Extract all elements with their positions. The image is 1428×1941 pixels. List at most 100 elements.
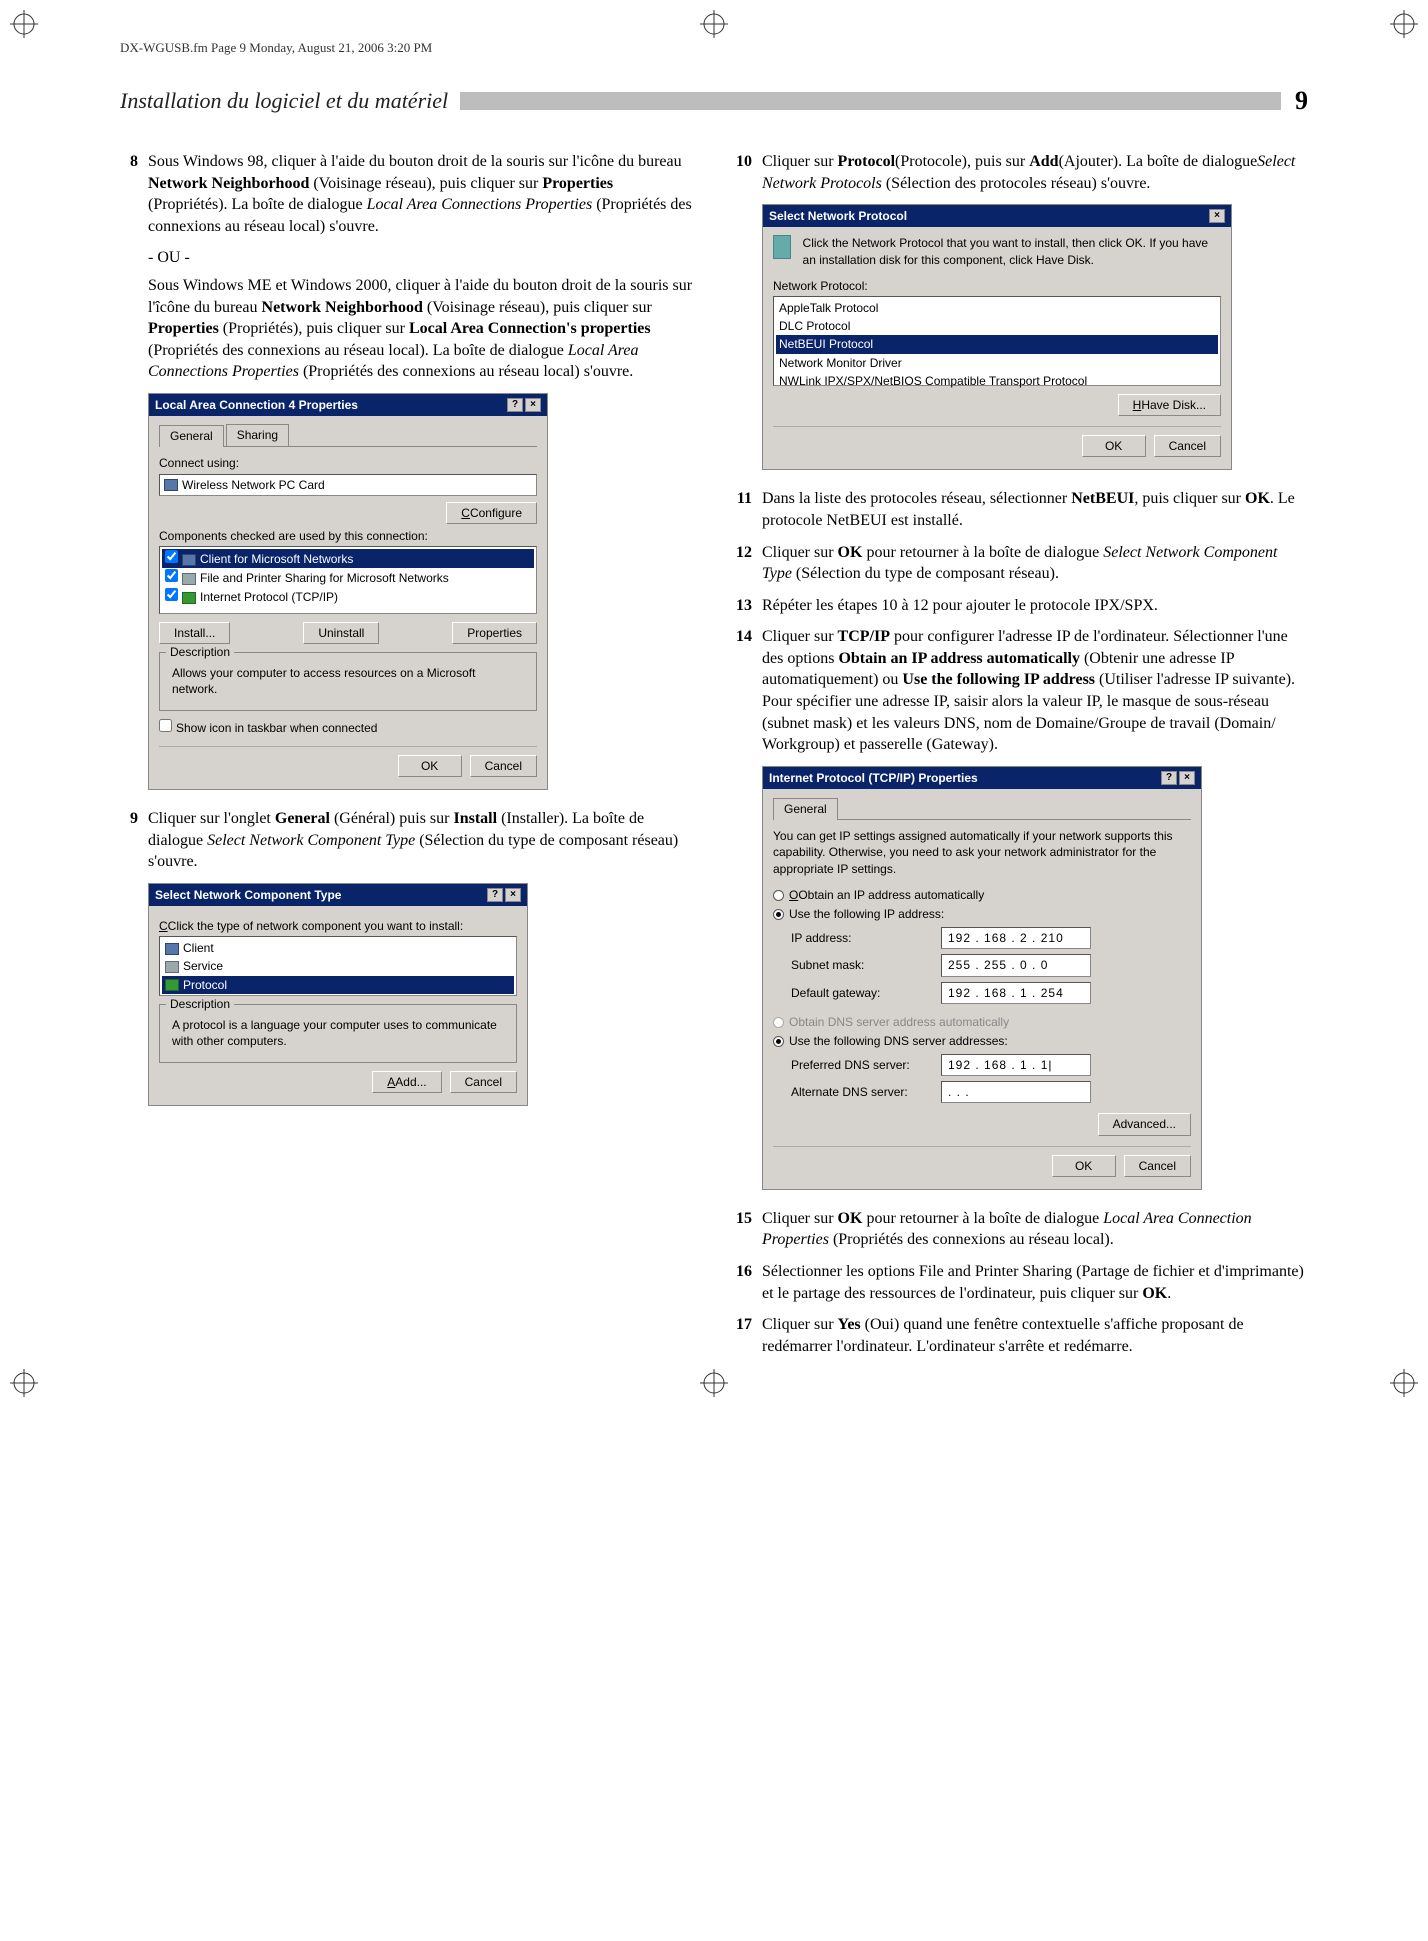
radio-label: OObtain an IP address automatically [789, 888, 984, 902]
label-connect-using: Connect using: [159, 455, 537, 471]
step-9: 9 Cliquer sur l'onglet General (Général)… [120, 808, 694, 873]
step-number: 8 [120, 151, 148, 237]
tab-row: General Sharing [159, 424, 537, 447]
ip-address-field[interactable]: 192 . 168 . 2 . 210 [941, 927, 1091, 949]
uninstall-button[interactable]: Uninstall [303, 622, 379, 644]
step-8-alt: Sous Windows ME et Windows 2000, cliquer… [120, 275, 694, 383]
crop-mark-icon [1390, 10, 1418, 38]
instruction-text: CClick the type of network component you… [159, 918, 517, 934]
show-icon-label: Show icon in taskbar when connected [176, 721, 377, 735]
adapter-field: Wireless Network PC Card [159, 474, 537, 496]
header-rule-bar [460, 92, 1281, 110]
step-text: Sous Windows 98, cliquer à l'aide du bou… [148, 151, 694, 237]
subnet-mask-field[interactable]: 255 . 255 . 0 . 0 [941, 954, 1091, 976]
install-button[interactable]: Install... [159, 622, 230, 644]
ok-button[interactable]: OK [1052, 1155, 1116, 1177]
step-text: Cliquer sur TCP/IP pour configurer l'adr… [762, 626, 1308, 756]
groupbox-label: Description [166, 996, 234, 1012]
screenshot-tcpip-properties: Internet Protocol (TCP/IP) Properties ? … [762, 766, 1202, 1190]
label-default-gateway: Default gateway: [791, 985, 931, 1001]
ok-button[interactable]: OK [1082, 435, 1146, 457]
protocol-icon [182, 592, 196, 604]
step-12: 12 Cliquer sur OK pour retourner à la bo… [734, 542, 1308, 585]
list-item[interactable]: Network Monitor Driver [776, 354, 1218, 372]
list-item[interactable]: NetBEUI Protocol [776, 335, 1218, 353]
preferred-dns-field[interactable]: 192 . 168 . 1 . 1| [941, 1054, 1091, 1076]
step-number: 16 [734, 1261, 762, 1304]
checkbox[interactable] [165, 569, 178, 582]
window-title: Select Network Component Type [155, 887, 341, 903]
step-number: 11 [734, 488, 762, 531]
description-text: A protocol is a language your computer u… [168, 1013, 508, 1053]
description-group: Description Allows your computer to acce… [159, 652, 537, 710]
component-type-listbox[interactable]: Client Service Protocol [159, 936, 517, 996]
alternate-dns-field[interactable]: . . . [941, 1081, 1091, 1103]
close-icon[interactable]: × [1209, 209, 1225, 223]
section-title: Installation du logiciel et du matériel [120, 88, 460, 114]
tab-sharing[interactable]: Sharing [226, 424, 289, 446]
list-item[interactable]: NWLink IPX/SPX/NetBIOS Compatible Transp… [776, 372, 1218, 390]
list-item[interactable]: AppleTalk Protocol [776, 299, 1218, 317]
list-item[interactable]: DLC Protocol [776, 317, 1218, 335]
page-number: 9 [1281, 86, 1308, 116]
client-icon [182, 554, 196, 566]
crop-mark-icon [10, 1369, 38, 1397]
advanced-button[interactable]: Advanced... [1098, 1113, 1191, 1135]
network-card-icon [164, 479, 178, 491]
window-titlebar: Local Area Connection 4 Properties ? × [149, 394, 547, 416]
radio-use-following-ip[interactable] [773, 909, 784, 920]
checkbox[interactable] [165, 550, 178, 563]
radio-obtain-ip-auto[interactable] [773, 890, 784, 901]
service-icon [165, 961, 179, 973]
default-gateway-field[interactable]: 192 . 168 . 1 . 254 [941, 982, 1091, 1004]
help-icon[interactable]: ? [1161, 771, 1177, 785]
protocol-listbox[interactable]: AppleTalk Protocol DLC Protocol NetBEUI … [773, 296, 1221, 386]
crop-mark-icon [700, 1369, 728, 1397]
cancel-button[interactable]: Cancel [1154, 435, 1221, 457]
service-icon [182, 573, 196, 585]
step-8: 8 Sous Windows 98, cliquer à l'aide du b… [120, 151, 694, 237]
tab-general[interactable]: General [773, 798, 838, 820]
configure-button[interactable]: CConfigure [446, 502, 537, 524]
cancel-button[interactable]: Cancel [450, 1071, 517, 1093]
window-title: Select Network Protocol [769, 208, 907, 224]
close-icon[interactable]: × [505, 888, 521, 902]
window-titlebar: Internet Protocol (TCP/IP) Properties ? … [763, 767, 1201, 789]
cancel-button[interactable]: Cancel [1124, 1155, 1191, 1177]
close-icon[interactable]: × [1179, 771, 1195, 785]
info-icon [773, 235, 791, 259]
cancel-button[interactable]: Cancel [470, 755, 537, 777]
step-16: 16 Sélectionner les options File and Pri… [734, 1261, 1308, 1304]
components-listbox[interactable]: Client for Microsoft Networks File and P… [159, 546, 537, 614]
screenshot-select-network-component-type: Select Network Component Type ? × CClick… [148, 883, 528, 1106]
label-ip-address: IP address: [791, 930, 931, 946]
step-number: 15 [734, 1208, 762, 1251]
ok-button[interactable]: OK [398, 755, 462, 777]
properties-button[interactable]: Properties [452, 622, 537, 644]
have-disk-button[interactable]: HHave Disk... [1118, 394, 1221, 416]
description-group: Description A protocol is a language you… [159, 1004, 517, 1062]
close-icon[interactable]: × [525, 398, 541, 412]
step-text: Dans la liste des protocoles réseau, sél… [762, 488, 1308, 531]
step-text: Cliquer sur Yes (Oui) quand une fenêtre … [762, 1314, 1308, 1357]
checkbox[interactable] [165, 588, 178, 601]
protocol-icon [165, 979, 179, 991]
help-icon[interactable]: ? [487, 888, 503, 902]
add-button[interactable]: AAdd... [372, 1071, 441, 1093]
crop-mark-icon [700, 10, 728, 38]
groupbox-label: Description [166, 644, 234, 660]
show-icon-checkbox[interactable] [159, 719, 172, 732]
screenshot-select-network-protocol: Select Network Protocol × Click the Netw… [762, 204, 1232, 470]
step-13: 13 Répéter les étapes 10 à 12 pour ajout… [734, 595, 1308, 617]
step-number: 9 [120, 808, 148, 873]
label-network-protocol: Network Protocol: [773, 278, 1221, 294]
step-text: Sous Windows ME et Windows 2000, cliquer… [148, 275, 694, 383]
help-icon[interactable]: ? [507, 398, 523, 412]
tab-general[interactable]: General [159, 425, 224, 447]
or-separator: - OU - [148, 247, 694, 269]
step-number: 13 [734, 595, 762, 617]
step-10: 10 Cliquer sur Protocol(Protocole), puis… [734, 151, 1308, 194]
radio-obtain-dns-auto [773, 1017, 784, 1028]
step-14: 14 Cliquer sur TCP/IP pour configurer l'… [734, 626, 1308, 756]
radio-use-following-dns[interactable] [773, 1036, 784, 1047]
